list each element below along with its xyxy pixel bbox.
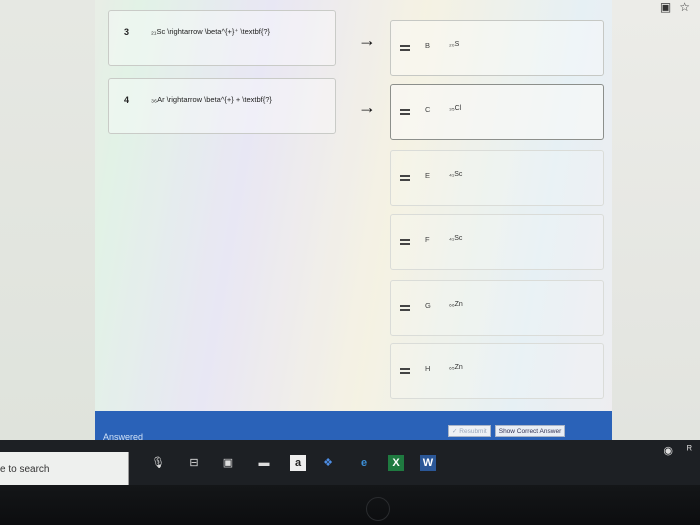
action-buttons: ✓ Resubmit Show Correct Answer xyxy=(448,425,608,437)
arrow-right-icon: → xyxy=(358,97,376,117)
answer-drop-zone[interactable]: B ₂₀S xyxy=(390,20,604,76)
answer-letter: E xyxy=(425,171,431,180)
excel-icon[interactable]: X xyxy=(388,455,404,471)
prompt-box: 3 ₂₁Sc \rightarrow \beta^{+}⁺ \textbf{?} xyxy=(108,10,336,66)
answer-text: ₄₁Sc xyxy=(449,171,463,178)
microphone-icon[interactable]: 🎙︎ xyxy=(150,455,166,471)
answer-item[interactable]: G ₆₆Zn xyxy=(390,280,604,336)
resubmit-button[interactable]: ✓ Resubmit xyxy=(448,425,491,437)
answer-text: ₆₅Zn xyxy=(449,364,463,371)
dropbox-icon[interactable]: ❖ xyxy=(320,455,336,471)
drag-handle-icon[interactable] xyxy=(400,305,410,311)
browser-icons: ▣ ☆ xyxy=(660,0,690,14)
user-icon[interactable]: ᴿ xyxy=(687,444,692,457)
store-icon[interactable]: ▣ xyxy=(220,455,236,471)
drag-handle-icon[interactable] xyxy=(400,368,410,374)
drag-handle-icon[interactable] xyxy=(400,239,410,245)
answer-item[interactable]: F ₄₁Sc xyxy=(390,214,604,270)
answer-text: ₆₆Zn xyxy=(449,301,463,308)
drag-handle-icon[interactable] xyxy=(400,109,410,115)
answer-letter: H xyxy=(425,364,431,373)
hp-logo xyxy=(366,497,390,521)
chrome-icon[interactable]: ◉ xyxy=(663,444,673,457)
file-explorer-icon[interactable]: ▬ xyxy=(256,455,272,471)
prompt-text: ₂₁Sc \rightarrow \beta^{+}⁺ \textbf{?} xyxy=(151,27,271,36)
arrow-right-icon: → xyxy=(358,30,376,50)
prompt-number: 4 xyxy=(124,95,130,105)
answer-letter: B xyxy=(425,41,431,50)
answer-text: ₃₅Cl xyxy=(449,105,462,112)
word-icon[interactable]: W xyxy=(420,455,436,471)
star-icon[interactable]: ☆ xyxy=(679,0,690,14)
laptop-bezel xyxy=(0,485,700,525)
taskbar-search-text: e to search xyxy=(0,464,50,475)
answer-text: ₄₁Sc xyxy=(449,235,463,242)
left-gutter xyxy=(0,0,95,440)
answer-letter: C xyxy=(425,105,431,114)
amazon-icon[interactable]: a xyxy=(290,455,306,471)
prompt-text: ₃₆Ar \rightarrow \beta^{+} + \textbf{?} xyxy=(151,95,272,104)
task-view-icon[interactable]: ⊟ xyxy=(186,455,202,471)
edge-icon[interactable]: e xyxy=(356,455,372,471)
prompt-number: 3 xyxy=(124,27,130,37)
resubmit-label: Resubmit xyxy=(459,428,487,435)
system-tray: ◉ ᴿ xyxy=(663,444,692,457)
drag-handle-icon[interactable] xyxy=(400,45,410,51)
answer-item[interactable]: E ₄₁Sc xyxy=(390,150,604,206)
answer-drop-zone[interactable]: C ₃₅Cl xyxy=(390,84,604,140)
show-correct-answer-button[interactable]: Show Correct Answer xyxy=(494,425,566,437)
window-icon[interactable]: ▣ xyxy=(660,0,671,14)
right-gutter xyxy=(612,0,700,440)
answer-letter: F xyxy=(425,235,430,244)
prompt-box: 4 ₃₆Ar \rightarrow \beta^{+} + \textbf{?… xyxy=(108,78,336,134)
answer-letter: G xyxy=(425,301,431,310)
answer-text: ₂₀S xyxy=(449,41,460,48)
answer-item[interactable]: H ₆₅Zn xyxy=(390,343,604,399)
drag-handle-icon[interactable] xyxy=(400,175,410,181)
